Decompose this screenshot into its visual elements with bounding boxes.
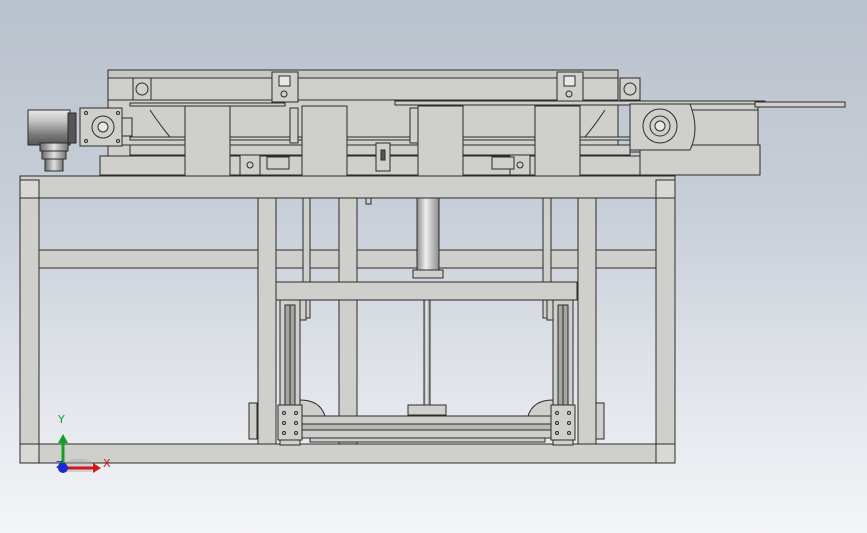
lift-cylinder[interactable] <box>365 197 447 416</box>
motor-adapter <box>121 117 133 137</box>
x-arrowhead-icon <box>93 463 101 473</box>
motor-gear-2 <box>41 150 67 160</box>
motor-body[interactable] <box>27 109 71 146</box>
belt-support-post <box>409 107 419 144</box>
frame-leg-left[interactable] <box>19 197 40 464</box>
corner-block <box>655 443 676 464</box>
inner-post-5[interactable] <box>577 197 597 445</box>
bearing-right-icon <box>623 82 637 96</box>
carriage-crossbar-mid <box>299 423 554 431</box>
y-arrowhead-icon <box>58 434 68 443</box>
carriage-slot <box>309 437 546 443</box>
motor-flange <box>67 112 77 144</box>
rail-clamp <box>491 156 515 170</box>
rod-end-plate[interactable] <box>407 404 447 416</box>
side-stop-right <box>595 402 605 440</box>
product-block[interactable] <box>417 105 464 177</box>
tail-pulley-assembly[interactable] <box>629 101 846 176</box>
rail-clamp <box>266 156 290 170</box>
tail-extension-rod[interactable] <box>754 101 846 108</box>
axis-y-label: Y <box>58 413 65 426</box>
carriage-crossbar-lower[interactable] <box>299 429 554 439</box>
frame-bottom-beam[interactable] <box>38 443 657 464</box>
inner-post-1[interactable] <box>257 197 277 445</box>
corner-plate-left[interactable] <box>277 404 303 441</box>
product-block[interactable] <box>301 105 348 177</box>
cylinder-end-cap <box>412 269 444 279</box>
piston-rod[interactable] <box>423 299 431 406</box>
corner-block <box>655 179 676 199</box>
inner-post-3[interactable] <box>338 197 358 445</box>
gusset-left <box>299 399 326 417</box>
cylinder-barrel[interactable] <box>416 197 440 274</box>
triad-shadow <box>66 458 92 472</box>
machine-model-front-view[interactable] <box>0 0 867 533</box>
frame-leg-right[interactable] <box>655 197 676 464</box>
carriage-crossbar-upper[interactable] <box>299 415 554 425</box>
cad-graphics-viewport[interactable]: X Y Z <box>0 0 867 533</box>
corner-block <box>19 443 40 464</box>
axis-x-label: X <box>103 457 111 470</box>
product-block[interactable] <box>534 105 581 177</box>
side-stop-left <box>248 402 258 440</box>
frame-top-beam[interactable] <box>19 175 676 199</box>
small-fitting <box>365 197 372 205</box>
motor-coupling <box>44 158 64 172</box>
housing-top-strip <box>107 69 619 79</box>
motor-gear-1 <box>39 142 69 152</box>
axis-z-label: Z <box>56 460 63 471</box>
product-block[interactable] <box>184 105 231 177</box>
belt-support-post <box>289 107 299 144</box>
corner-block <box>19 179 40 199</box>
corner-plate-right[interactable] <box>550 404 576 441</box>
bearing-left-icon <box>135 82 149 96</box>
guide-rail <box>546 299 554 321</box>
gusset-right <box>527 399 554 417</box>
guide-rail <box>299 299 307 321</box>
carriage-top-beam[interactable] <box>275 281 578 301</box>
